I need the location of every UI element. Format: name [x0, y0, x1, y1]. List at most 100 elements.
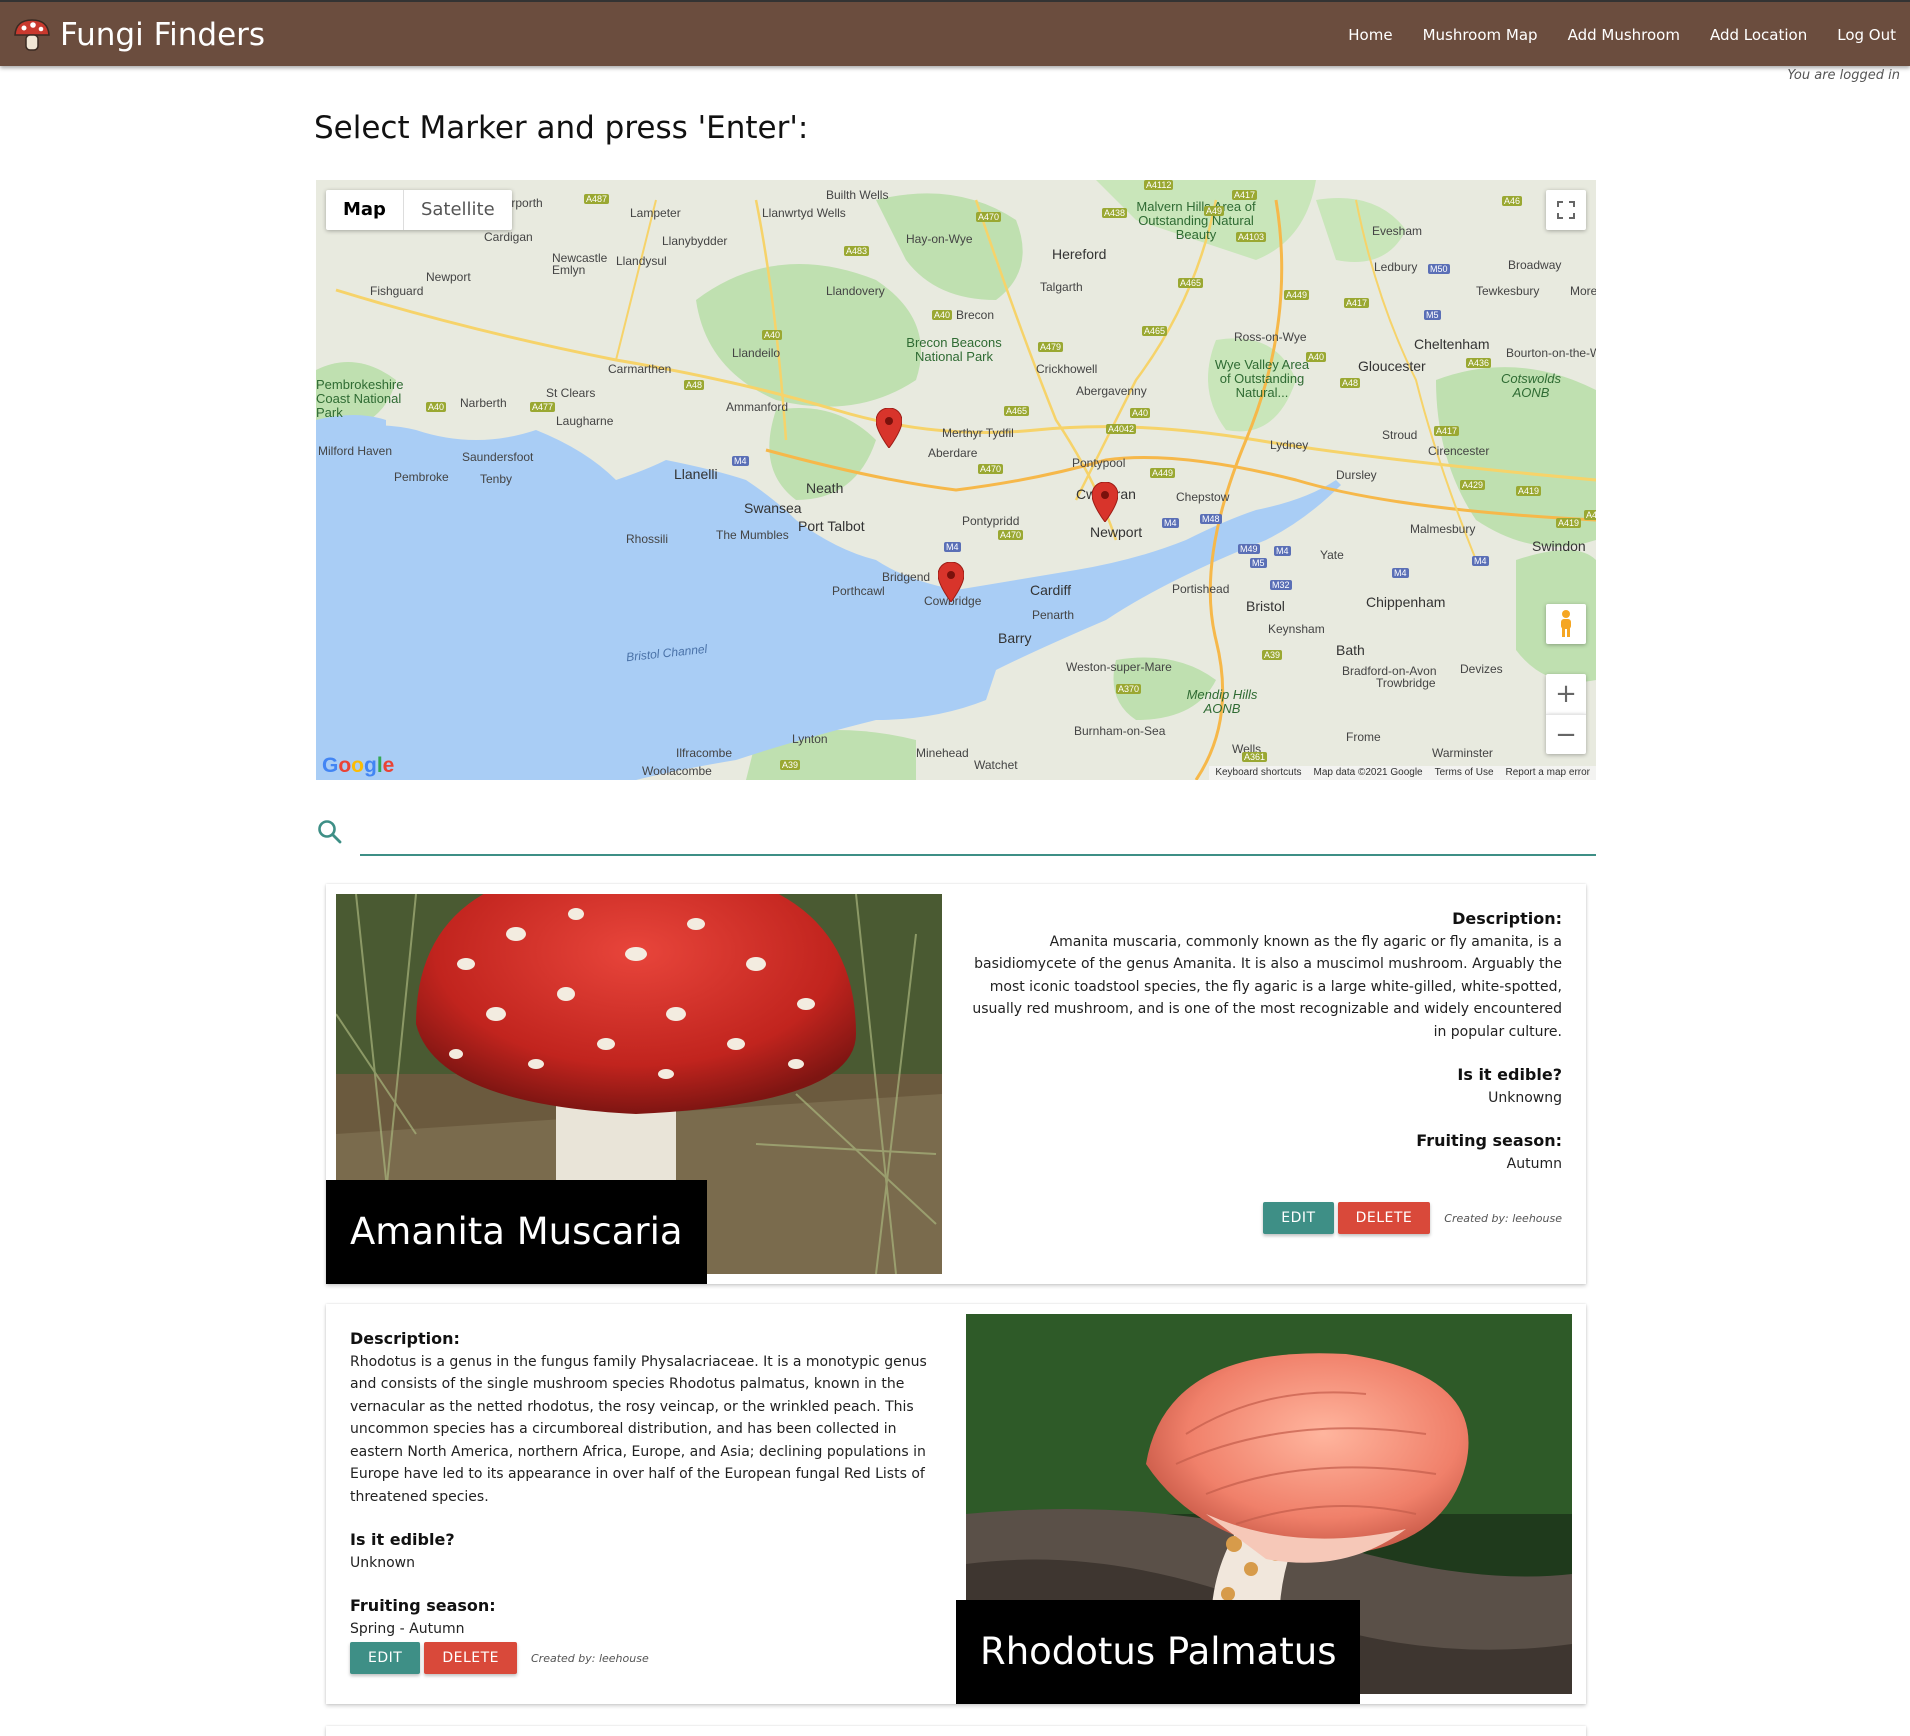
map-marker[interactable]	[938, 562, 964, 602]
map-place: Warminster	[1432, 746, 1493, 760]
map-place: Stroud	[1382, 428, 1418, 442]
map-place: Newport	[1090, 524, 1143, 540]
created-by: Created by: leehouse	[1444, 1211, 1562, 1225]
map-type-map-button[interactable]: Map	[326, 190, 403, 230]
road-badge: A40	[426, 402, 447, 412]
map-place: Llanwrtyd Wells	[762, 206, 846, 220]
road-badge: A370	[1116, 684, 1142, 694]
edit-button[interactable]: EDIT	[350, 1642, 421, 1674]
map-place: Mendip Hills AONB	[1186, 687, 1258, 716]
map-place: Cardigan	[484, 230, 533, 244]
map-type-satellite-button[interactable]: Satellite	[402, 190, 512, 230]
map-place: Abergavenny	[1076, 384, 1147, 398]
map-place: Llanybydder	[662, 234, 728, 248]
search-input[interactable]	[360, 812, 1596, 856]
road-badge: A470	[998, 530, 1024, 540]
mushroom-title: Amanita Muscaria	[326, 1180, 707, 1284]
road-badge: A419	[1556, 518, 1582, 528]
map-place: Ledbury	[1374, 260, 1418, 274]
nav-add-location[interactable]: Add Location	[1710, 26, 1807, 44]
delete-button[interactable]: DELETE	[1337, 1202, 1431, 1234]
map-place: Pembroke	[394, 470, 449, 484]
map-place: Bourton-on-the-W	[1506, 346, 1596, 360]
description-text: Rhodotus is a genus in the fungus family…	[350, 1353, 927, 1505]
map-place: Swindon	[1532, 538, 1586, 554]
map-place: Weston-super-Mare	[1066, 660, 1172, 674]
map-place: The Mumbles	[716, 528, 789, 542]
map-place: Tenby	[480, 472, 513, 486]
fullscreen-button[interactable]	[1546, 190, 1586, 230]
map-place: Dursley	[1336, 468, 1377, 482]
map-place: Malmesbury	[1410, 522, 1476, 536]
map-place: Evesham	[1372, 224, 1423, 238]
nav-log-out[interactable]: Log Out	[1837, 26, 1896, 44]
map-marker[interactable]	[1092, 482, 1118, 522]
road-badge: A40	[932, 310, 953, 320]
map-place: Builth Wells	[826, 188, 889, 202]
nav-mushroom-map[interactable]: Mushroom Map	[1423, 26, 1538, 44]
keyboard-shortcuts-link[interactable]: Keyboard shortcuts	[1209, 766, 1307, 780]
map-place: Llandysul	[616, 254, 667, 268]
map-place: Llandovery	[826, 284, 885, 298]
map-place: Laugharne	[556, 414, 614, 428]
page-title: Select Marker and press 'Enter':	[314, 110, 809, 146]
map-type-toggle: Map Satellite	[326, 190, 512, 230]
road-badge: A417	[1232, 190, 1258, 200]
road-badge: A48	[1340, 378, 1361, 388]
street-view-button[interactable]	[1546, 604, 1586, 644]
map-place: Barry	[998, 630, 1032, 646]
map-place: Cardiff	[1030, 582, 1071, 598]
road-badge: A39	[780, 760, 801, 770]
map-place: Ross-on-Wye	[1234, 330, 1307, 344]
map-place: Saundersfoot	[462, 450, 534, 464]
zoom-out-button[interactable]: −	[1546, 714, 1586, 754]
zoom-in-button[interactable]: +	[1546, 674, 1586, 714]
map-place: Swansea	[744, 500, 802, 516]
login-status: You are logged in	[1787, 68, 1900, 83]
road-badge: A39	[1262, 650, 1283, 660]
map-place: Talgarth	[1040, 280, 1083, 294]
terms-link[interactable]: Terms of Use	[1429, 766, 1500, 780]
map-place: Bath	[1336, 642, 1365, 658]
road-badge: M4	[1274, 546, 1291, 556]
road-badge: A470	[976, 212, 1002, 222]
road-badge: M50	[1428, 264, 1450, 274]
pegman-icon	[1561, 610, 1571, 637]
mushroom-details: Description: Rhodotus is a genus in the …	[350, 1328, 930, 1640]
map-place: Fishguard	[370, 284, 424, 298]
road-badge: A4042	[1106, 424, 1137, 434]
road-badge: A429	[1460, 480, 1486, 490]
card-actions: EDIT DELETE Created by: leehouse	[350, 1642, 649, 1674]
mushroom-details: Description: Amanita muscaria, commonly …	[962, 908, 1562, 1175]
mushroom-card	[326, 1726, 1586, 1736]
map-place: Crickhowell	[1036, 362, 1098, 376]
road-badge: M4	[1162, 518, 1179, 528]
road-badge: A419	[1516, 486, 1542, 496]
map-place: Yate	[1320, 548, 1344, 562]
edit-button[interactable]: EDIT	[1263, 1202, 1334, 1234]
map-place: Narberth	[460, 396, 507, 410]
delete-button[interactable]: DELETE	[424, 1642, 517, 1674]
report-error-link[interactable]: Report a map error	[1500, 766, 1596, 780]
nav-add-mushroom[interactable]: Add Mushroom	[1568, 26, 1680, 44]
map-view[interactable]: Aberporth Lampeter Llanwrtyd Wells Built…	[316, 180, 1596, 780]
map-place: Moreton-in	[1570, 284, 1596, 298]
map-place: Chepstow	[1176, 490, 1230, 504]
road-badge: M49	[1238, 544, 1260, 554]
map-place: Bridgend	[882, 570, 931, 584]
brand-name: Fungi Finders	[60, 17, 266, 53]
road-badge: A438	[1102, 208, 1128, 218]
map-place: Hereford	[1052, 246, 1107, 262]
nav-home[interactable]: Home	[1348, 26, 1392, 44]
season-label: Fruiting season:	[350, 1596, 496, 1615]
road-badge: M5	[1250, 558, 1267, 568]
map-place: Ilfracombe	[676, 746, 733, 760]
map-place: Frome	[1346, 730, 1381, 744]
map-place: Broadway	[1508, 258, 1562, 272]
map-marker[interactable]	[876, 408, 902, 448]
map-place: Milford Haven	[318, 444, 393, 458]
map-attribution: Keyboard shortcuts Map data ©2021 Google…	[1209, 766, 1596, 780]
brand-link[interactable]: Fungi Finders	[12, 12, 265, 58]
season-value: Autumn	[1506, 1155, 1562, 1172]
road-badge: M4	[1472, 556, 1489, 566]
